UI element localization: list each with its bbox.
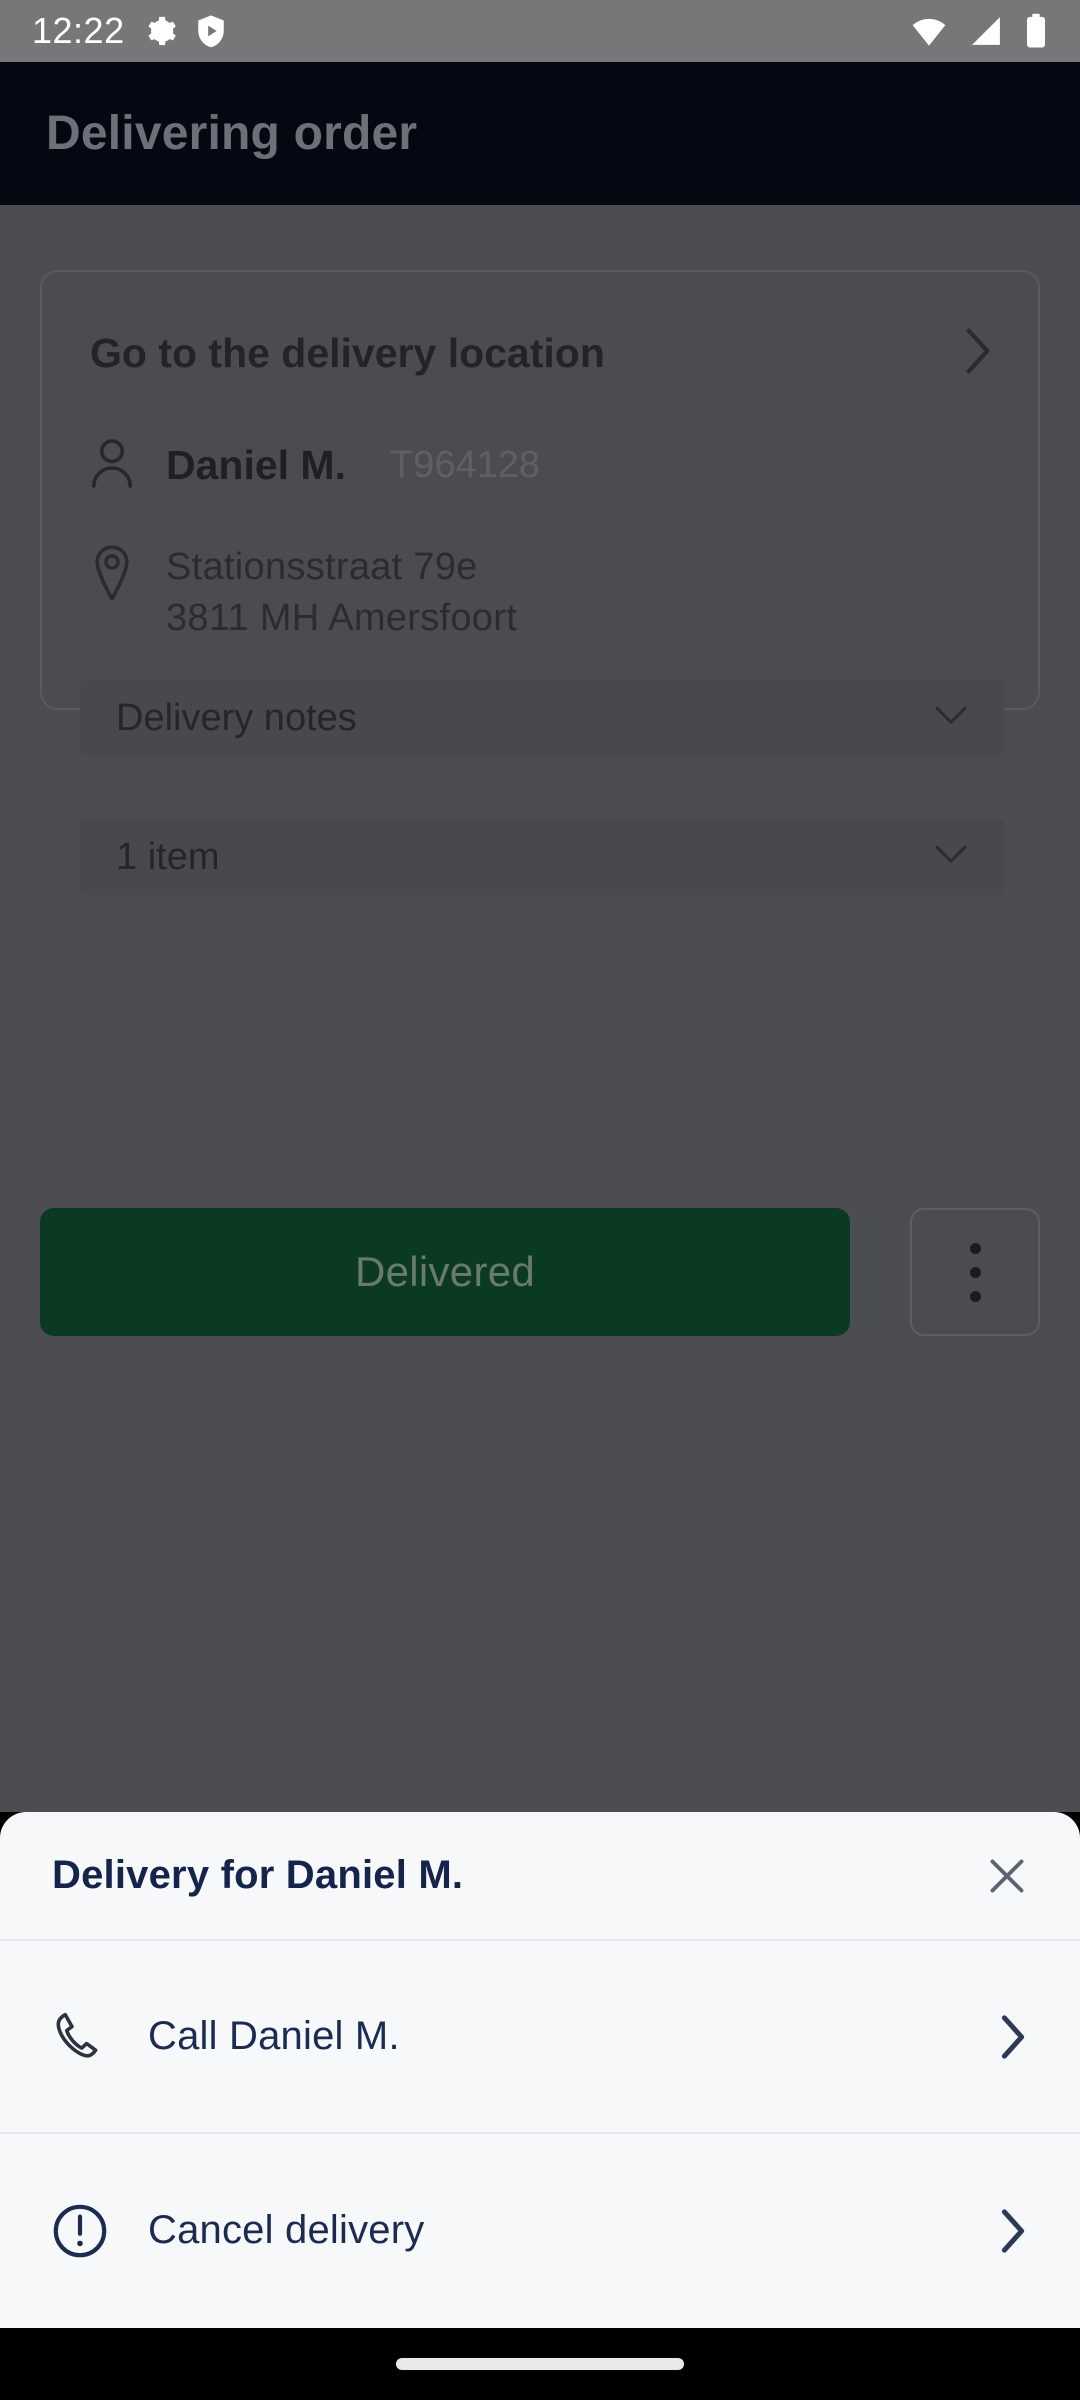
phone-icon [52, 2011, 126, 2063]
customer-name: Daniel M. [166, 442, 346, 488]
app-bar: Delivering order [0, 62, 1080, 205]
status-bar-clock: 12:22 [32, 10, 125, 51]
person-icon [90, 438, 134, 493]
overflow-menu-button[interactable] [910, 1208, 1040, 1336]
dimmed-content-area: Go to the delivery location Daniel M. T9… [0, 205, 1080, 1812]
battery-icon [1024, 13, 1048, 49]
customer-row: Daniel M. T964128 [90, 438, 540, 493]
status-bar-left: 12:22 [32, 10, 227, 52]
close-icon[interactable] [986, 1855, 1028, 1897]
address-line-2: 3811 MH Amersfoort [166, 597, 518, 639]
order-card: Go to the delivery location Daniel M. T9… [40, 270, 1040, 895]
phone-screen: 12:22 Delivering order Go to the deliver… [0, 0, 1080, 2400]
shield-play-icon [195, 14, 227, 48]
gear-icon [143, 14, 177, 48]
delivery-notes-collapsible[interactable]: Delivery notes [80, 680, 1004, 756]
items-label: 1 item [116, 835, 220, 878]
items-collapsible[interactable]: 1 item [80, 819, 1004, 895]
chevron-right-icon [998, 2208, 1028, 2254]
delivery-options-bottom-sheet: Delivery for Daniel M. Call Daniel M. Ca… [0, 1812, 1080, 2328]
cancel-delivery-option[interactable]: Cancel delivery [0, 2134, 1080, 2327]
location-pin-icon [90, 544, 134, 607]
status-bar: 12:22 [0, 0, 1080, 62]
home-indicator[interactable] [396, 2358, 684, 2370]
page-title: Delivering order [46, 107, 418, 160]
chevron-down-icon [934, 844, 968, 871]
system-navigation-bar [0, 2328, 1080, 2400]
kebab-menu-icon [969, 1266, 981, 1278]
address-line-1: Stationsstraat 79e [166, 546, 478, 588]
status-bar-right [910, 13, 1048, 49]
kebab-menu-icon [969, 1290, 981, 1302]
delivery-notes-label: Delivery notes [116, 696, 357, 739]
chevron-down-icon [934, 705, 968, 732]
go-to-delivery-location-label: Go to the delivery location [90, 329, 605, 376]
call-customer-option[interactable]: Call Daniel M. [0, 1941, 1080, 2134]
bottom-sheet-header: Delivery for Daniel M. [0, 1812, 1080, 1941]
customer-reference: T964128 [389, 444, 540, 486]
chevron-right-icon [962, 327, 994, 380]
address-row: Stationsstraat 79e 3811 MH Amersfoort [90, 544, 517, 640]
go-to-delivery-location-row[interactable]: Go to the delivery location [90, 320, 994, 386]
chevron-right-icon [998, 2014, 1028, 2060]
delivered-button[interactable]: Delivered [40, 1208, 850, 1336]
wifi-icon [910, 14, 948, 48]
kebab-menu-icon [969, 1242, 981, 1254]
bottom-sheet-title: Delivery for Daniel M. [52, 1853, 464, 1897]
address-lines: Stationsstraat 79e 3811 MH Amersfoort [166, 544, 517, 640]
call-customer-label: Call Daniel M. [148, 2014, 400, 2058]
exclamation-circle-icon [52, 2203, 126, 2259]
cancel-delivery-label: Cancel delivery [148, 2208, 425, 2252]
cellular-signal-icon [968, 14, 1004, 48]
delivered-button-label: Delivered [354, 1248, 536, 1295]
